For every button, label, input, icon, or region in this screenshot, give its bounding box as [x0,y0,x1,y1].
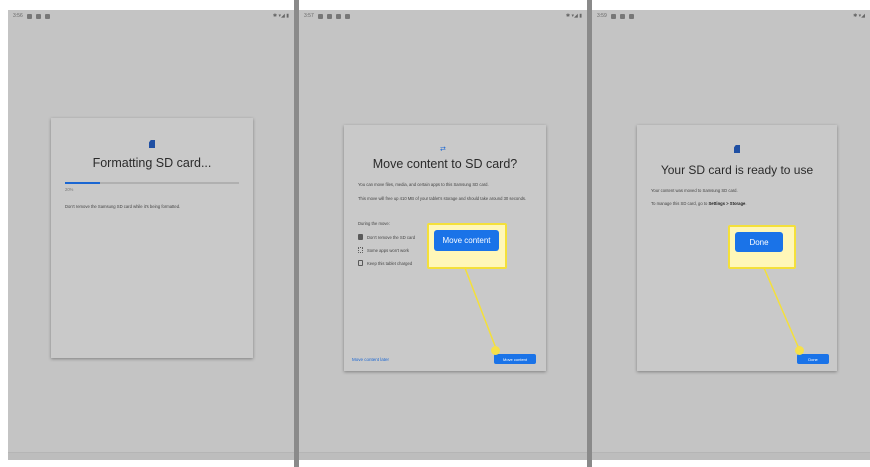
google-icon [326,13,332,19]
status-icons: ✱ ▾◢ ▮ [565,13,582,19]
moved-text: Your content was moved to Samsung SD car… [651,188,738,193]
done-callout-button[interactable]: Done [735,232,783,252]
navigation-bar [299,452,587,460]
status-time: 3:57 [304,13,314,19]
progress-percent: 20% [65,187,74,192]
navigation-bar [592,452,870,460]
move-content-later-button[interactable]: Move content later [352,357,389,362]
during-move-label: During the move: [358,221,390,226]
dialog-title: Move content to SD card? [372,157,518,171]
status-time: 3:59 [597,13,607,19]
google-icon [335,13,341,19]
settings-notification-icon [44,13,50,19]
screen-move-content: 3:57 ✱ ▾◢ ▮ ⇄ Move content to SD card? Y… [299,10,587,460]
status-icons: ✱ ▾◢ [853,13,865,19]
status-bar: 3:57 ✱ ▾◢ ▮ [299,10,587,22]
status-time: 3:56 [13,13,23,19]
apps-icon [358,247,363,253]
callout-dot [491,346,500,355]
format-progress-fill [65,182,100,184]
visibility-icon [610,13,616,19]
move-arrows-icon: ⇄ [440,146,446,153]
screen-sd-ready: 3:59 ✱ ▾◢ Your SD card is ready to use Y… [592,10,870,460]
callout-dot [795,346,804,355]
manage-text-suffix: . [745,201,747,206]
sd-card-notification-icon [35,13,41,19]
sd-card-notification-icon [317,13,323,19]
battery-icon [358,260,363,266]
move-content-button[interactable]: Move content [494,354,536,364]
status-bar: 3:59 ✱ ▾◢ [592,10,870,22]
sd-card-icon [358,234,363,240]
list-item-label: Keep this tablet charged [367,260,413,266]
navigation-bar [8,452,294,460]
settings-notification-icon [344,13,350,19]
status-icons: ✱ ▾◢ ▮ [272,13,289,19]
manage-text-prefix: To manage this SD card, go to [651,201,709,206]
list-item: Some apps won't work [358,247,409,253]
sd-card-icon [734,145,740,153]
list-item-label: Some apps won't work [367,247,409,253]
settings-storage-path: Settings > Storage [708,201,746,206]
google-icon [628,13,634,19]
list-item: Keep this tablet charged [358,260,412,266]
intro-text: You can move files, media, and certain a… [358,182,489,187]
storage-text: This move will free up 410 MB of your ta… [358,196,527,201]
dialog-title: Formatting SD card... [92,156,212,170]
formatting-dialog: Formatting SD card... 20% Don't remove t… [51,118,253,358]
sd-card-icon [149,140,155,148]
sd-card-notification-icon [619,13,625,19]
format-progress-bar [65,182,239,184]
screen-formatting: 3:56 ✱ ▾◢ ▮ Formatting SD card... 20% Do… [8,10,294,460]
manage-text: To manage this SD card, go to Settings >… [651,201,747,207]
dialog-title: Your SD card is ready to use [660,163,814,177]
list-item-label: Don't remove the SD card [367,234,416,240]
status-bar: 3:56 ✱ ▾◢ ▮ [8,10,294,22]
list-item: Don't remove the SD card [358,234,415,240]
google-icon [26,13,32,19]
done-button[interactable]: Done [797,354,829,364]
move-content-callout-button[interactable]: Move content [434,230,499,251]
format-warning-text: Don't remove the Samsung SD card while i… [65,204,181,209]
